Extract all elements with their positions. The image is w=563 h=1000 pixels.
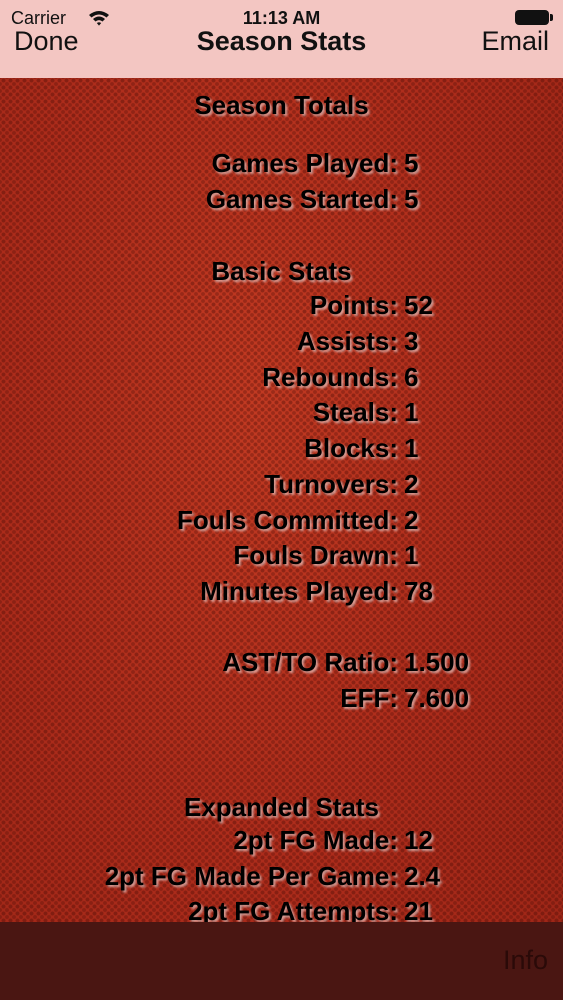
stat-label: Fouls Committed: xyxy=(177,505,398,535)
toolbar: Info xyxy=(0,922,563,1000)
done-button[interactable]: Done xyxy=(14,26,79,56)
stat-label: Games Played: xyxy=(211,148,398,178)
stat-value: 7.600 xyxy=(404,683,470,713)
stat-row-steals: Steals: 1 xyxy=(0,396,563,428)
section-title-expanded-stats: Expanded Stats xyxy=(183,792,380,822)
stat-row-ast-to-ratio: AST/TO Ratio: 1.500 xyxy=(0,646,563,678)
stat-label: Fouls Drawn: xyxy=(233,540,398,570)
stat-row-fouls-committed: Fouls Committed: 2 xyxy=(0,504,563,536)
stat-value: 21 xyxy=(404,896,433,922)
stat-label: Points: xyxy=(309,290,398,320)
stat-row-games-played: Games Played: 5 xyxy=(0,147,563,179)
stat-row-2pt-fg-made: 2pt FG Made: 12 xyxy=(0,824,563,856)
section-title-season-totals: Season Totals xyxy=(194,90,369,120)
stat-row-blocks: Blocks: 1 xyxy=(0,432,563,464)
stat-value: 1 xyxy=(404,540,419,570)
stat-value: 1 xyxy=(404,433,419,463)
stat-label: Steals: xyxy=(312,397,398,427)
stat-row-eff: EFF: 7.600 xyxy=(0,682,563,714)
stat-value: 6 xyxy=(404,362,419,392)
stat-label: Minutes Played: xyxy=(200,576,398,606)
stat-row-2pt-fg-attempts: 2pt FG Attempts: 21 xyxy=(0,895,563,922)
navigation-bar: Carrier 11:13 AM Done Season Stats Email xyxy=(0,0,563,78)
stat-value: 2 xyxy=(404,505,419,535)
stat-value: 3 xyxy=(404,326,419,356)
battery-icon xyxy=(515,10,553,25)
stat-value: 78 xyxy=(404,576,433,606)
stat-label: Games Started: xyxy=(205,184,398,214)
stat-row-games-started: Games Started: 5 xyxy=(0,183,563,215)
stat-value: 1 xyxy=(404,397,419,427)
stat-row-assists: Assists: 3 xyxy=(0,325,563,357)
stat-label: Blocks: xyxy=(304,433,398,463)
stat-label: 2pt FG Attempts: xyxy=(188,896,398,922)
stat-row-points: Points: 52 xyxy=(0,289,563,321)
stat-row-fouls-drawn: Fouls Drawn: 1 xyxy=(0,539,563,571)
stat-label: Turnovers: xyxy=(264,469,398,499)
stat-label: Rebounds: xyxy=(262,362,398,392)
stat-label: 2pt FG Made: xyxy=(233,825,398,855)
stat-label: 2pt FG Made Per Game: xyxy=(104,861,398,891)
stat-value: 2 xyxy=(404,469,419,499)
stat-label: Assists: xyxy=(296,326,398,356)
stat-value: 2.4 xyxy=(404,861,441,891)
stat-label: EFF: xyxy=(340,683,398,713)
stat-value: 5 xyxy=(404,184,419,214)
stat-row-2pt-fg-made-per-game: 2pt FG Made Per Game: 2.4 xyxy=(0,860,563,892)
stats-scroll-view[interactable]: Season Totals Games Played: 5 Games Star… xyxy=(0,78,563,922)
email-button[interactable]: Email xyxy=(481,26,549,56)
stat-row-turnovers: Turnovers: 2 xyxy=(0,468,563,500)
stat-row-rebounds: Rebounds: 6 xyxy=(0,361,563,393)
stat-value: 52 xyxy=(404,290,433,320)
stat-label: AST/TO Ratio: xyxy=(222,647,398,677)
section-title-basic-stats: Basic Stats xyxy=(211,256,352,286)
stat-value: 5 xyxy=(404,148,419,178)
info-button[interactable]: Info xyxy=(503,940,548,980)
stat-value: 12 xyxy=(404,825,433,855)
page-title: Season Stats xyxy=(196,26,367,56)
stat-row-minutes-played: Minutes Played: 78 xyxy=(0,575,563,607)
stat-value: 1.500 xyxy=(404,647,470,677)
